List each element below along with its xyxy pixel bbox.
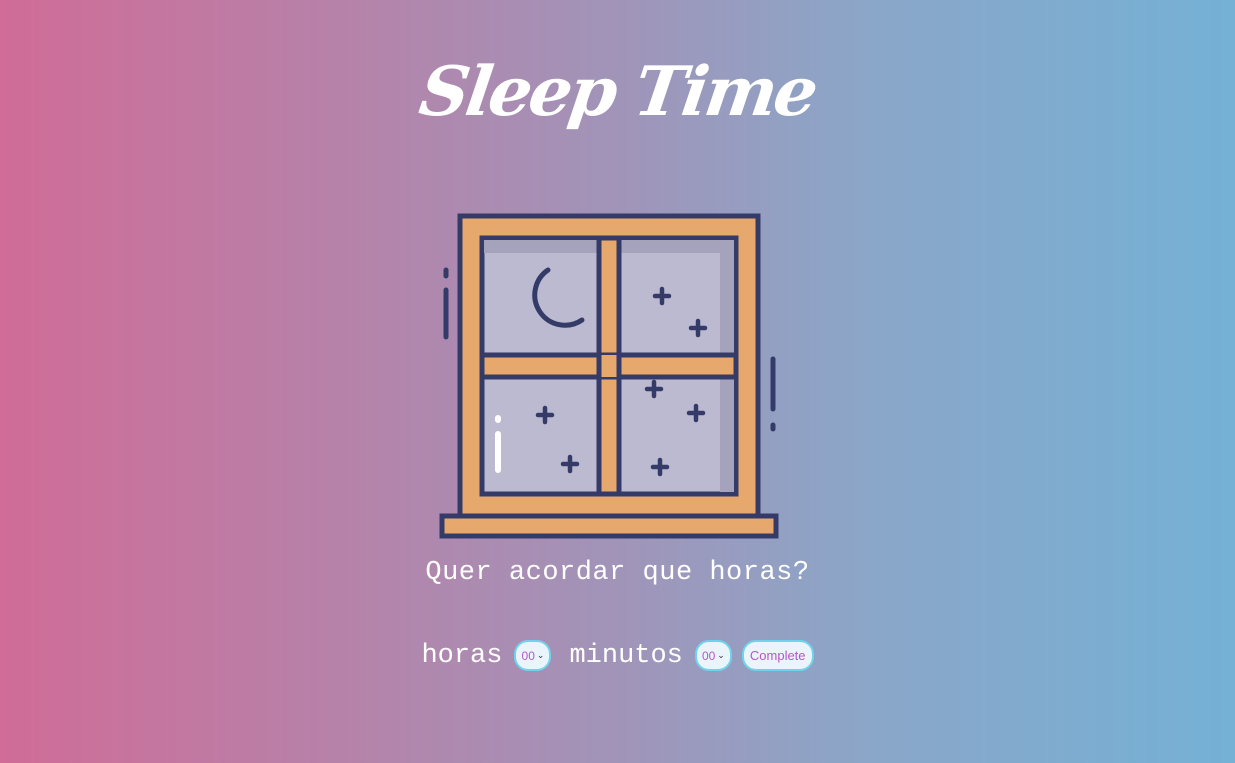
minutes-select-value: 00 xyxy=(701,648,716,663)
wake-time-question: Quer acordar que horas? xyxy=(425,558,810,588)
window-sill xyxy=(439,513,779,539)
chevron-down-icon: ⌄ xyxy=(536,650,545,660)
hours-label: horas xyxy=(421,640,503,671)
night-window-icon xyxy=(439,213,779,539)
minutes-select[interactable]: 00 ⌄ xyxy=(694,640,732,671)
complete-button[interactable]: Complete xyxy=(741,640,814,671)
chevron-down-icon: ⌄ xyxy=(717,650,725,660)
hours-select[interactable]: 00 ⌄ xyxy=(514,640,552,671)
app-logo: Sleep Time xyxy=(414,52,821,132)
hours-select-value: 00 xyxy=(521,648,535,663)
minutes-label: minutos xyxy=(569,640,683,671)
time-form: horas 00 ⌄ minutos 00 ⌄ Complete xyxy=(0,640,1235,671)
